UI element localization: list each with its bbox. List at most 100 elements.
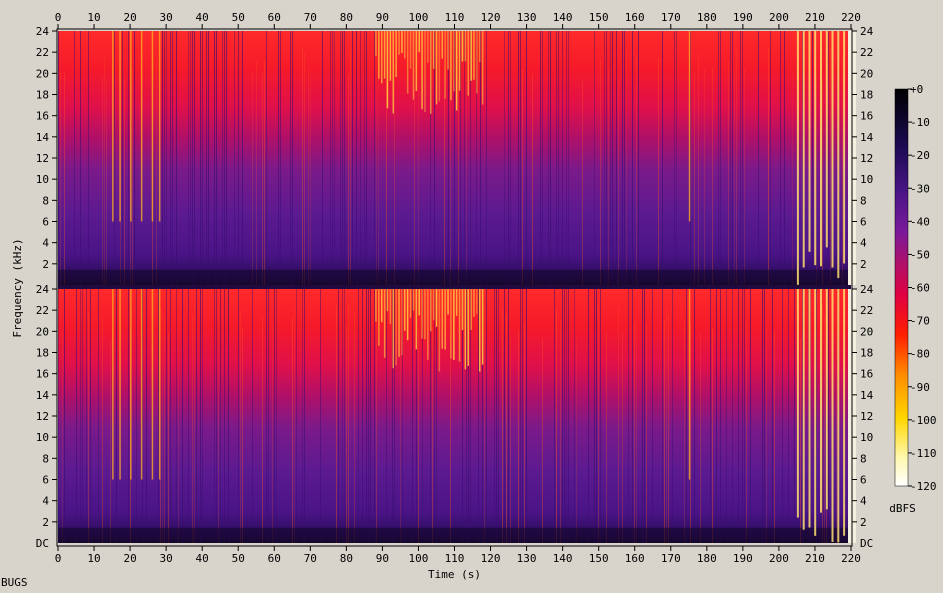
texture-line — [616, 31, 617, 285]
bright-transient — [151, 289, 154, 480]
texture-line — [732, 31, 733, 285]
texture-line — [104, 56, 105, 285]
colorbar-tick-label: +0 — [910, 83, 923, 96]
colorbar — [894, 88, 909, 487]
x-tick-label-top: 80 — [340, 11, 353, 24]
y-tick-label-left: 20 — [36, 325, 49, 338]
y-tick-label-right: 8 — [860, 452, 867, 465]
burst-transient — [395, 31, 397, 77]
burst-transient — [375, 31, 377, 56]
tail-transient — [831, 289, 834, 543]
bright-transient — [151, 31, 154, 222]
y-tick-label-right: 18 — [860, 347, 873, 360]
texture-line — [782, 289, 783, 543]
burst-transient — [415, 289, 418, 350]
texture-line — [672, 289, 673, 543]
y-tick-label-right: 2 — [860, 516, 867, 529]
texture-line — [202, 31, 203, 285]
burst-transient — [406, 289, 409, 341]
texture-line — [574, 289, 575, 543]
texture-line — [598, 305, 599, 543]
texture-line — [674, 31, 675, 285]
x-tick-label-bottom: 100 — [409, 552, 429, 565]
burst-transient — [412, 31, 415, 100]
x-axis-title: Time (s) — [428, 568, 481, 581]
texture-line — [346, 326, 347, 543]
texture-line — [524, 321, 525, 543]
texture-line — [788, 289, 789, 543]
tail-transient — [808, 31, 811, 252]
texture-line — [604, 31, 605, 285]
texture-line — [608, 68, 609, 285]
y-tick-label-right: 12 — [860, 410, 873, 423]
texture-line — [624, 31, 625, 285]
burst-transient — [467, 31, 469, 96]
texture-line — [110, 338, 111, 543]
texture-line — [336, 304, 337, 543]
texture-line — [822, 304, 823, 543]
tail-transient — [808, 289, 811, 528]
x-tick-label-bottom: 170 — [661, 552, 681, 565]
x-tick-label-bottom: 220 — [841, 552, 861, 565]
texture-line — [600, 59, 601, 285]
burst-transient — [455, 31, 458, 111]
texture-line — [222, 31, 223, 285]
burst-transient — [386, 31, 389, 109]
x-tick-label-top: 200 — [769, 11, 789, 24]
texture-line — [642, 289, 643, 543]
y-dc-label-left: DC — [36, 537, 49, 550]
low-frequency-band — [58, 527, 851, 543]
colorbar-tick-label: -40 — [910, 215, 930, 228]
texture-line — [344, 31, 345, 285]
burst-transient — [481, 31, 484, 105]
x-tick-label-bottom: 60 — [268, 552, 281, 565]
texture-line — [450, 330, 451, 543]
x-tick-label-top: 220 — [841, 11, 861, 24]
bright-transient — [688, 289, 691, 480]
texture-line — [508, 31, 509, 285]
x-tick-label-top: 140 — [553, 11, 573, 24]
texture-line — [606, 31, 607, 285]
texture-line — [276, 289, 277, 543]
y-tick-label-left: 24 — [36, 25, 50, 38]
y-tick-label-right: 24 — [860, 25, 874, 38]
texture-line — [548, 31, 549, 285]
y-dc-label-right: DC — [860, 537, 873, 550]
texture-line — [498, 289, 499, 543]
texture-line — [218, 305, 219, 543]
texture-line — [62, 333, 63, 543]
texture-line — [412, 289, 413, 543]
x-tick-label-bottom: 0 — [55, 552, 62, 565]
texture-line — [116, 289, 117, 543]
texture-line — [646, 323, 647, 543]
y-tick-label-right: 18 — [860, 89, 873, 102]
texture-line — [822, 79, 823, 285]
texture-line — [214, 289, 215, 543]
texture-line — [58, 31, 59, 285]
x-tick-label-top: 130 — [517, 11, 537, 24]
texture-line — [458, 77, 459, 286]
bright-transient — [112, 31, 114, 222]
texture-line — [224, 289, 225, 543]
texture-line — [200, 31, 201, 285]
texture-line — [518, 31, 519, 285]
burst-transient — [450, 31, 452, 101]
burst-transient — [412, 289, 415, 311]
colorbar-tick-label: -50 — [910, 248, 930, 261]
texture-line — [520, 31, 521, 285]
x-tick-label-bottom: 180 — [697, 552, 717, 565]
tail-transient — [825, 31, 828, 248]
texture-line — [146, 289, 147, 543]
x-tick-label-top: 30 — [160, 11, 173, 24]
burst-transient — [398, 31, 400, 55]
y-tick-label-right: 20 — [860, 325, 873, 338]
bright-transient — [130, 289, 132, 480]
texture-line — [342, 289, 343, 543]
texture-line — [192, 315, 193, 543]
y-tick-label-left: 18 — [36, 89, 49, 102]
texture-line — [694, 289, 695, 543]
y-tick-label-left: 8 — [42, 194, 49, 207]
y-tick-label-left: 12 — [36, 410, 49, 423]
texture-line — [556, 309, 557, 543]
texture-line — [560, 320, 561, 543]
